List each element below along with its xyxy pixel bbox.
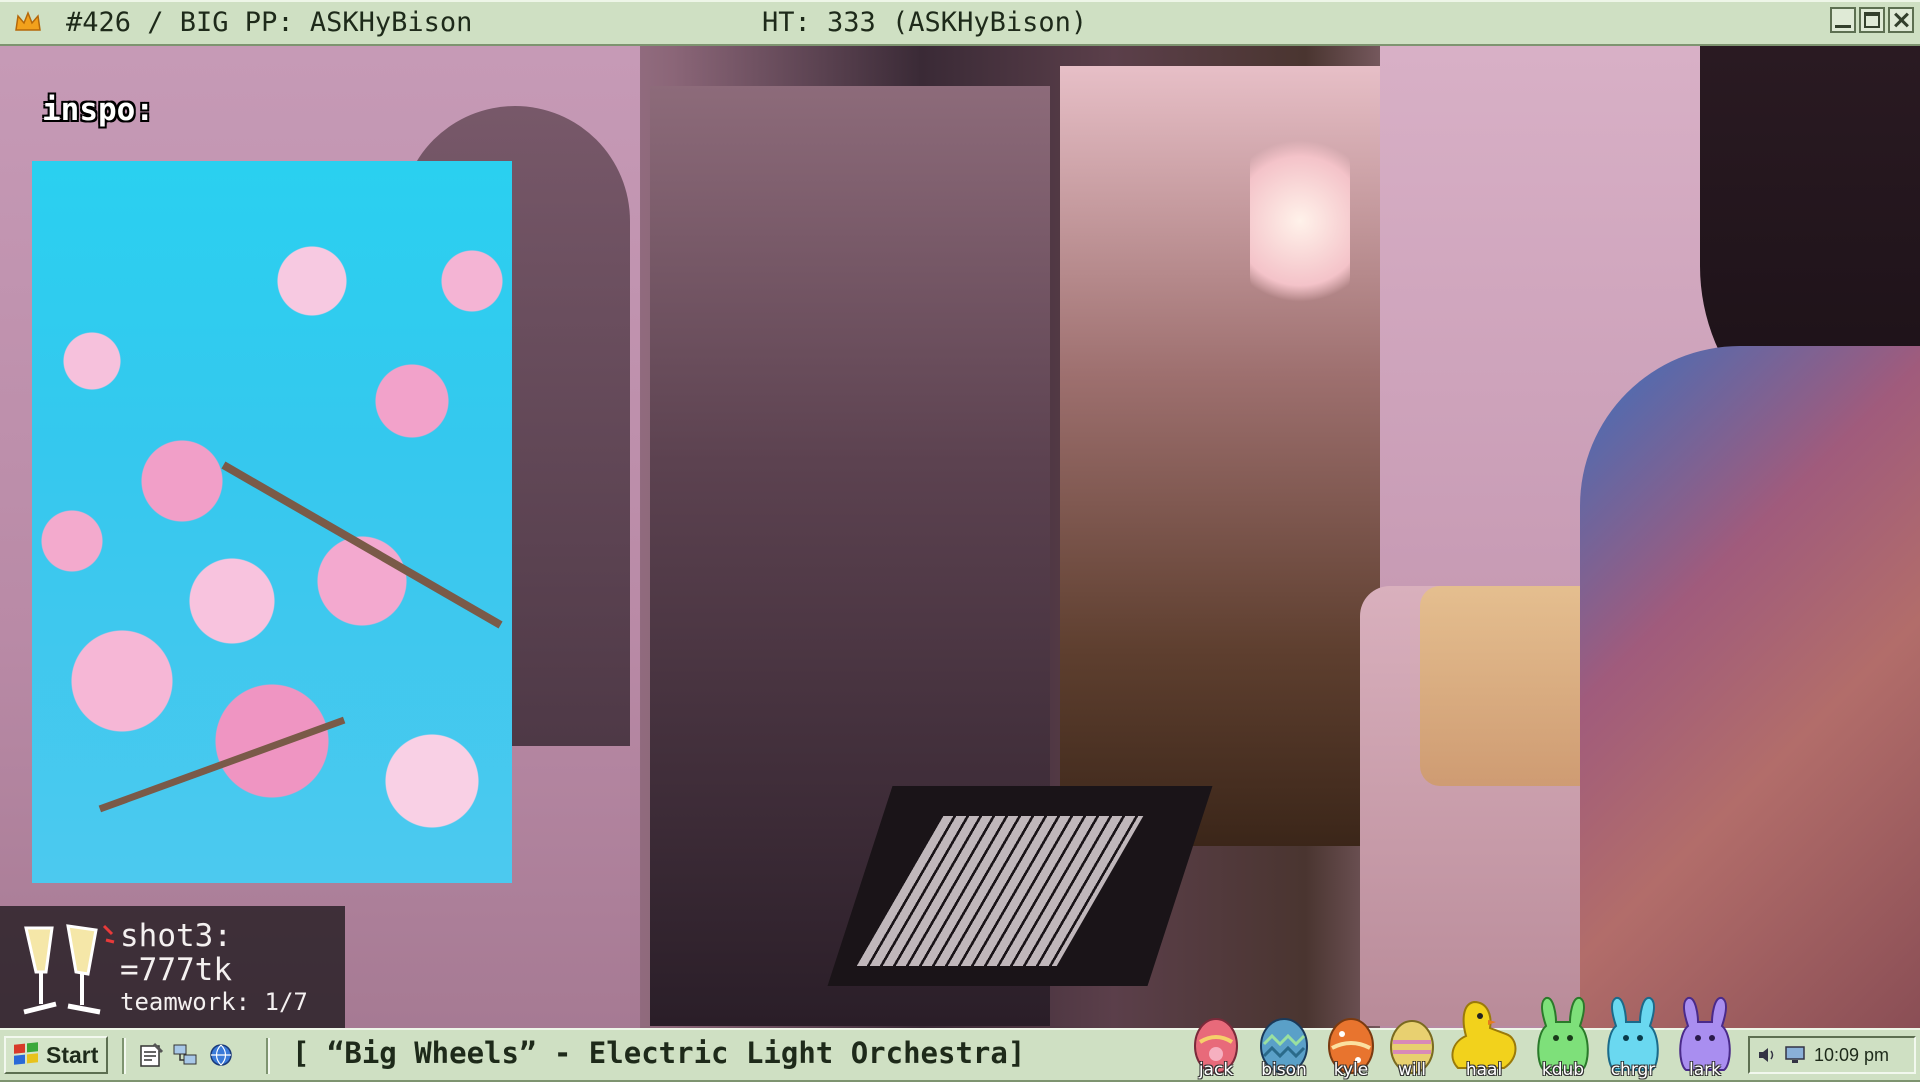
mascot-label: lark bbox=[1689, 1060, 1721, 1080]
taskbar-separator bbox=[266, 1038, 268, 1074]
volume-icon[interactable] bbox=[1756, 1044, 1778, 1066]
network-icon[interactable] bbox=[172, 1042, 198, 1068]
teamwork-counter: teamwork: 1/7 bbox=[120, 988, 308, 1016]
system-tray: 10:09 pm bbox=[1748, 1036, 1916, 1074]
now-playing-text: [ “Big Wheels” - Electric Light Orchestr… bbox=[292, 1036, 1026, 1070]
mascot-bison[interactable]: bison bbox=[1258, 1012, 1310, 1080]
taskbar-separator bbox=[122, 1038, 124, 1074]
mascot-label: bison bbox=[1261, 1060, 1307, 1080]
start-button[interactable]: Start bbox=[4, 1036, 108, 1074]
window-controls bbox=[1830, 7, 1914, 33]
lamp bbox=[1250, 126, 1350, 316]
mascot-label: chrgr bbox=[1610, 1060, 1656, 1080]
shot-cost: =777tk bbox=[120, 952, 232, 988]
mascot-haal[interactable]: haal bbox=[1444, 998, 1524, 1080]
mascot-kdub[interactable]: kdub bbox=[1534, 994, 1592, 1080]
inspo-label: inspo: bbox=[42, 92, 154, 128]
window-title: #426 / BIG PP: ASKHyBison bbox=[66, 7, 473, 38]
mascot-jack[interactable]: jack bbox=[1192, 1012, 1240, 1080]
notepad-icon[interactable] bbox=[138, 1042, 164, 1068]
mascot-label: haal bbox=[1465, 1060, 1503, 1080]
crown-icon bbox=[15, 10, 41, 31]
monitor-icon[interactable] bbox=[1784, 1044, 1806, 1066]
mascot-will[interactable]: will bbox=[1388, 1014, 1436, 1080]
close-button[interactable] bbox=[1888, 7, 1914, 33]
window-subtitle: HT: 333 (ASKHyBison) bbox=[762, 7, 1088, 38]
branch bbox=[98, 716, 346, 813]
maximize-button[interactable] bbox=[1859, 7, 1885, 33]
mascot-label: kyle bbox=[1333, 1060, 1369, 1080]
minimize-button[interactable] bbox=[1830, 7, 1856, 33]
browser-icon[interactable] bbox=[208, 1042, 234, 1068]
start-logo-icon bbox=[14, 1042, 38, 1065]
branch bbox=[221, 461, 503, 629]
mascot-chrgr[interactable]: chrgr bbox=[1604, 994, 1662, 1080]
shot-label: shot3: bbox=[120, 918, 232, 954]
start-label: Start bbox=[46, 1041, 99, 1068]
mascot-kyle[interactable]: kyle bbox=[1326, 1012, 1376, 1080]
person bbox=[1580, 346, 1920, 1028]
mascot-label: will bbox=[1397, 1060, 1427, 1080]
inspo-image bbox=[32, 161, 512, 883]
mascot-label: jack bbox=[1198, 1060, 1234, 1080]
taskbar: Start [ “Big Wheels” - Electric Light Or… bbox=[0, 996, 1920, 1082]
window-titlebar: #426 / BIG PP: ASKHyBison HT: 333 (ASKHy… bbox=[0, 0, 1920, 46]
clock: 10:09 pm bbox=[1814, 1044, 1890, 1065]
mascot-label: kdub bbox=[1541, 1060, 1585, 1080]
champagne-glasses-icon bbox=[23, 924, 115, 1015]
mascot-lark[interactable]: lark bbox=[1676, 994, 1734, 1080]
